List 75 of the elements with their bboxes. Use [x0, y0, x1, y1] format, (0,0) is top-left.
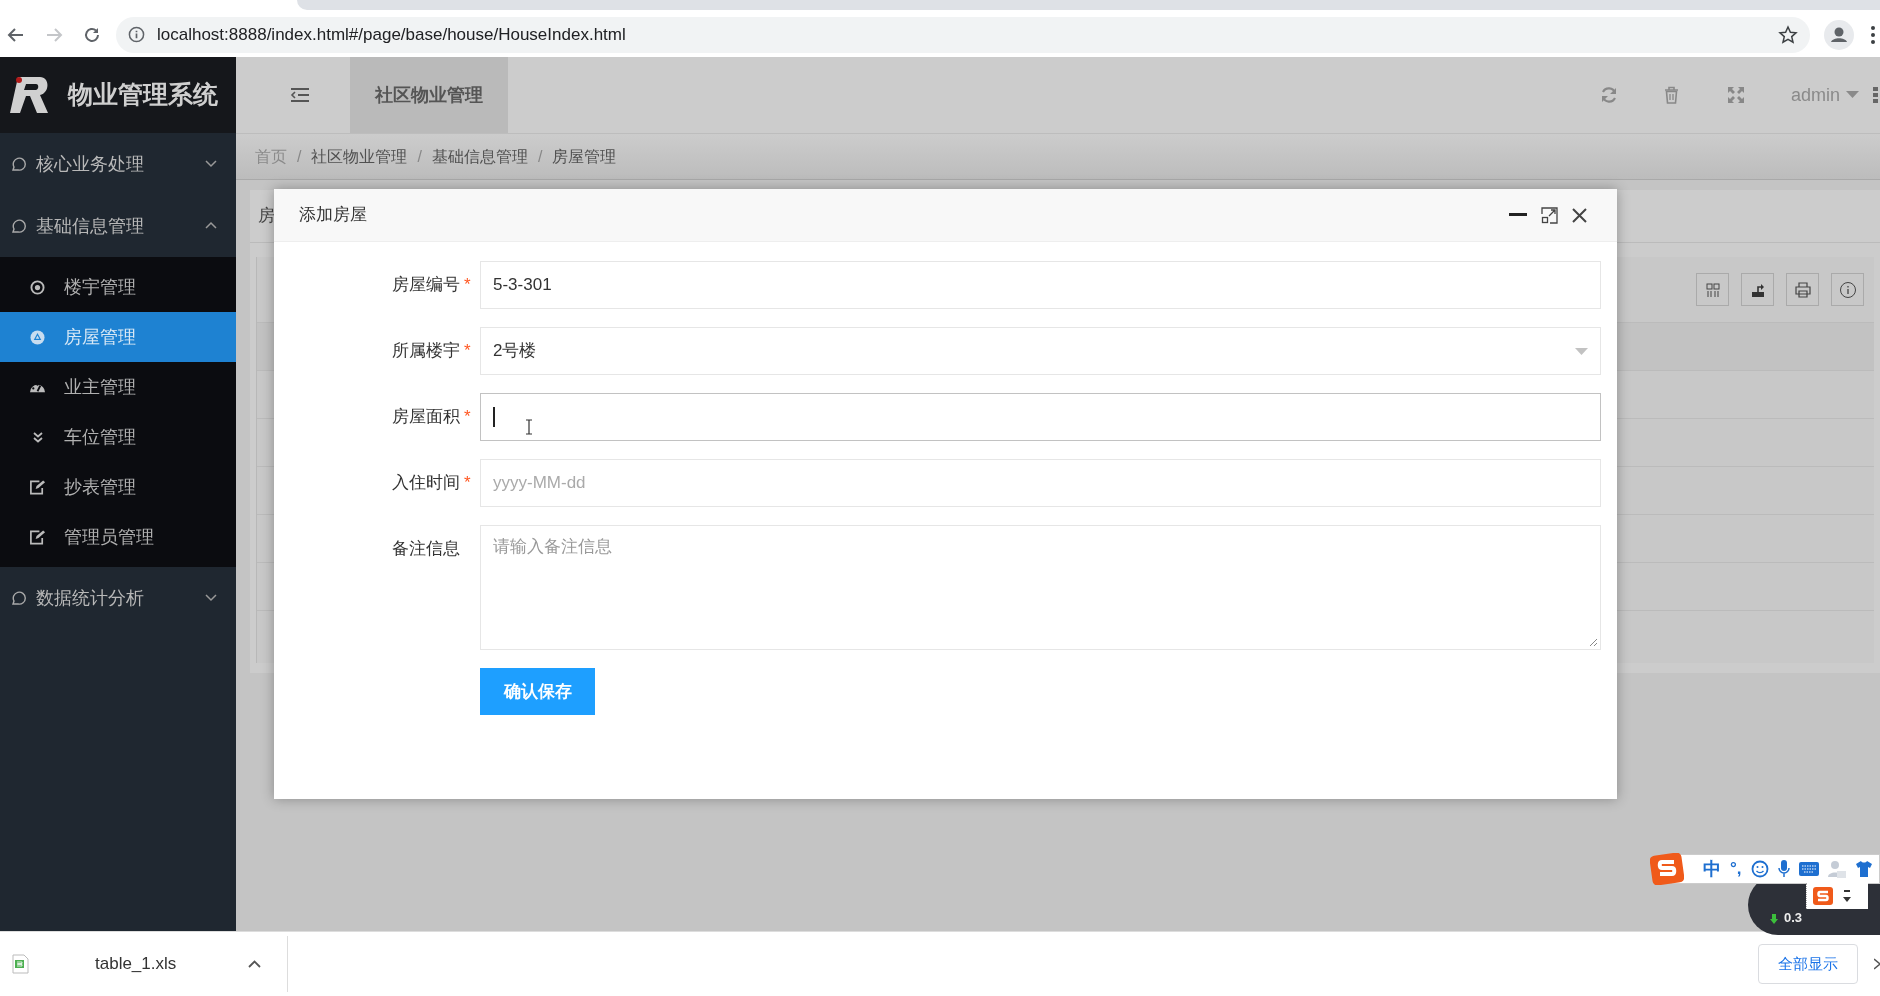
emoji-icon[interactable]	[1750, 860, 1769, 878]
bubble-icon	[10, 218, 26, 234]
select-field[interactable]: 2号楼	[480, 327, 1601, 375]
info-icon[interactable]	[128, 26, 145, 43]
dialog-title: 添加房屋	[299, 204, 368, 227]
menu-item[interactable]: 车位管理	[0, 412, 236, 462]
star-icon[interactable]	[1778, 24, 1798, 45]
more-icon[interactable]	[1873, 86, 1878, 104]
close-icon[interactable]	[1874, 958, 1880, 970]
down-arrow-icon	[1770, 914, 1778, 924]
menu-item[interactable]: 抄表管理	[0, 462, 236, 512]
microphone-icon[interactable]	[1777, 860, 1790, 878]
minimize-icon[interactable]	[1509, 213, 1527, 217]
double-chevron-icon	[31, 431, 44, 443]
ime-punctuation[interactable]: °,	[1730, 856, 1742, 882]
text-cursor-icon	[524, 419, 533, 435]
edit-icon	[29, 529, 46, 545]
info-icon	[1838, 280, 1857, 299]
save-button[interactable]: 确认保存	[480, 668, 595, 715]
menu-item[interactable]: 管理员管理	[0, 512, 236, 562]
panel-title: 房	[258, 205, 275, 228]
url-text: localhost:8888/index.html#/page/base/house/HouseIndex.html	[157, 23, 627, 46]
toolbar-button[interactable]	[1741, 273, 1774, 306]
menu-toggle-icon[interactable]	[290, 87, 310, 103]
print-icon	[1793, 280, 1812, 299]
input-field[interactable]	[480, 393, 1601, 441]
required-mark: *	[464, 274, 472, 297]
bubble-icon	[10, 590, 26, 606]
resize-handle-icon[interactable]	[1589, 638, 1598, 647]
field-label: 房屋面积	[392, 406, 460, 429]
shirt-icon[interactable]	[1854, 860, 1873, 878]
caret-up-icon[interactable]	[248, 960, 262, 968]
bubble-icon	[10, 156, 26, 172]
ime-logo-icon	[1813, 887, 1833, 905]
target-icon	[30, 279, 45, 295]
breadcrumb-separator: /	[537, 146, 543, 167]
toolbar-button[interactable]	[1831, 273, 1864, 306]
menu-group[interactable]: 基础信息管理	[0, 195, 236, 257]
profile-icon[interactable]	[1824, 19, 1854, 50]
show-all-button[interactable]: 全部显示	[1758, 944, 1858, 984]
ime-mode[interactable]: 中	[1703, 855, 1721, 883]
download-file-name[interactable]: table_1.xls	[95, 951, 177, 977]
textarea-field[interactable]: 请输入备注信息	[480, 525, 1601, 650]
menu-icon[interactable]	[1870, 24, 1876, 45]
maximize-icon[interactable]	[1541, 206, 1558, 224]
net-speed-text: 0.3	[1784, 908, 1803, 927]
columns-icon	[1703, 280, 1722, 299]
menu-item[interactable]: 楼宇管理	[0, 262, 236, 312]
header-tab[interactable]: 社区物业管理	[350, 57, 508, 133]
caret-icon	[1846, 91, 1859, 99]
edit-icon	[29, 479, 46, 495]
required-mark: *	[464, 472, 472, 495]
keyboard-icon[interactable]	[1798, 862, 1819, 876]
menu-group[interactable]: 核心业务处理	[0, 133, 236, 195]
spinner-icon[interactable]	[1843, 889, 1851, 903]
spreadsheet-file-icon	[12, 954, 29, 974]
breadcrumb-link[interactable]: 房屋管理	[552, 144, 617, 169]
close-icon[interactable]	[1572, 207, 1587, 223]
breadcrumb-separator: /	[417, 146, 422, 167]
field-label: 所属楼宇	[392, 340, 460, 363]
menu-item[interactable]: 业主管理	[0, 362, 236, 412]
field-label: 房屋编号	[392, 274, 460, 297]
input-field[interactable]: 5-3-301	[480, 261, 1601, 309]
caret-icon	[1575, 347, 1588, 355]
breadcrumb-separator: /	[297, 146, 302, 167]
breadcrumb-link[interactable]: 社区物业管理	[311, 144, 408, 169]
field-label: 入住时间	[392, 472, 460, 495]
menu-item[interactable]: 房屋管理	[0, 312, 236, 362]
field-label: 备注信息	[392, 538, 460, 561]
menu-group[interactable]: 数据统计分析	[0, 567, 236, 629]
required-mark: *	[464, 406, 472, 429]
required-mark: *	[464, 340, 472, 363]
address-bar[interactable]: localhost:8888/index.html#/page/base/house/HouseIndex.html	[116, 16, 1810, 53]
app-title: 物业管理系统	[68, 79, 218, 111]
breadcrumb-link[interactable]: 基础信息管理	[431, 144, 528, 169]
